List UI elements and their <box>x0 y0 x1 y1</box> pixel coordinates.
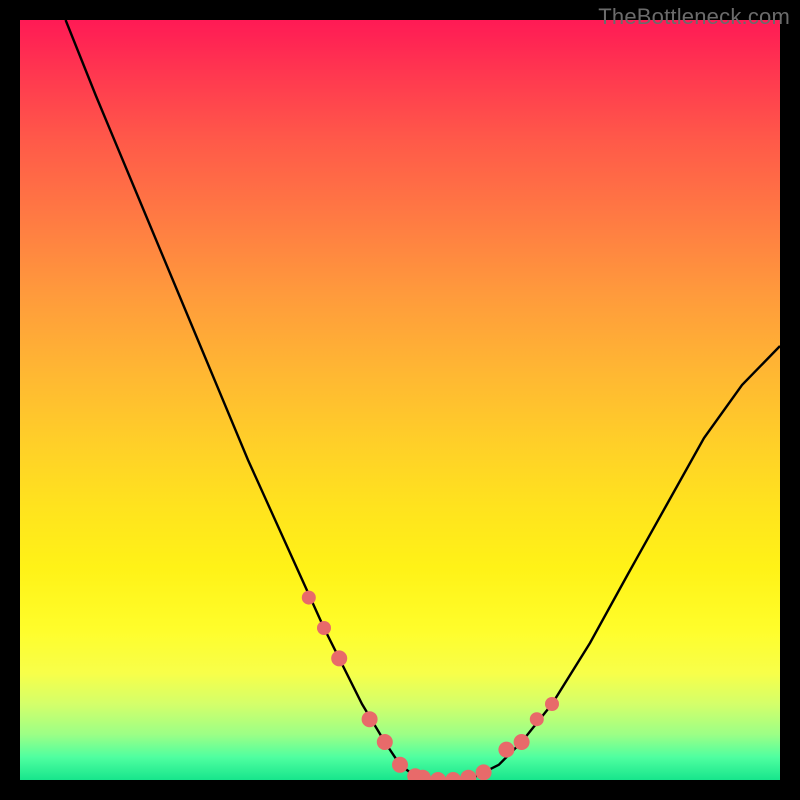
highlight-dots-group <box>302 591 559 780</box>
plot-area <box>20 20 780 780</box>
bottleneck-curve-path <box>66 20 780 780</box>
curve-layer <box>20 20 780 780</box>
watermark-text: TheBottleneck.com <box>598 4 790 30</box>
chart-frame: TheBottleneck.com <box>0 0 800 800</box>
